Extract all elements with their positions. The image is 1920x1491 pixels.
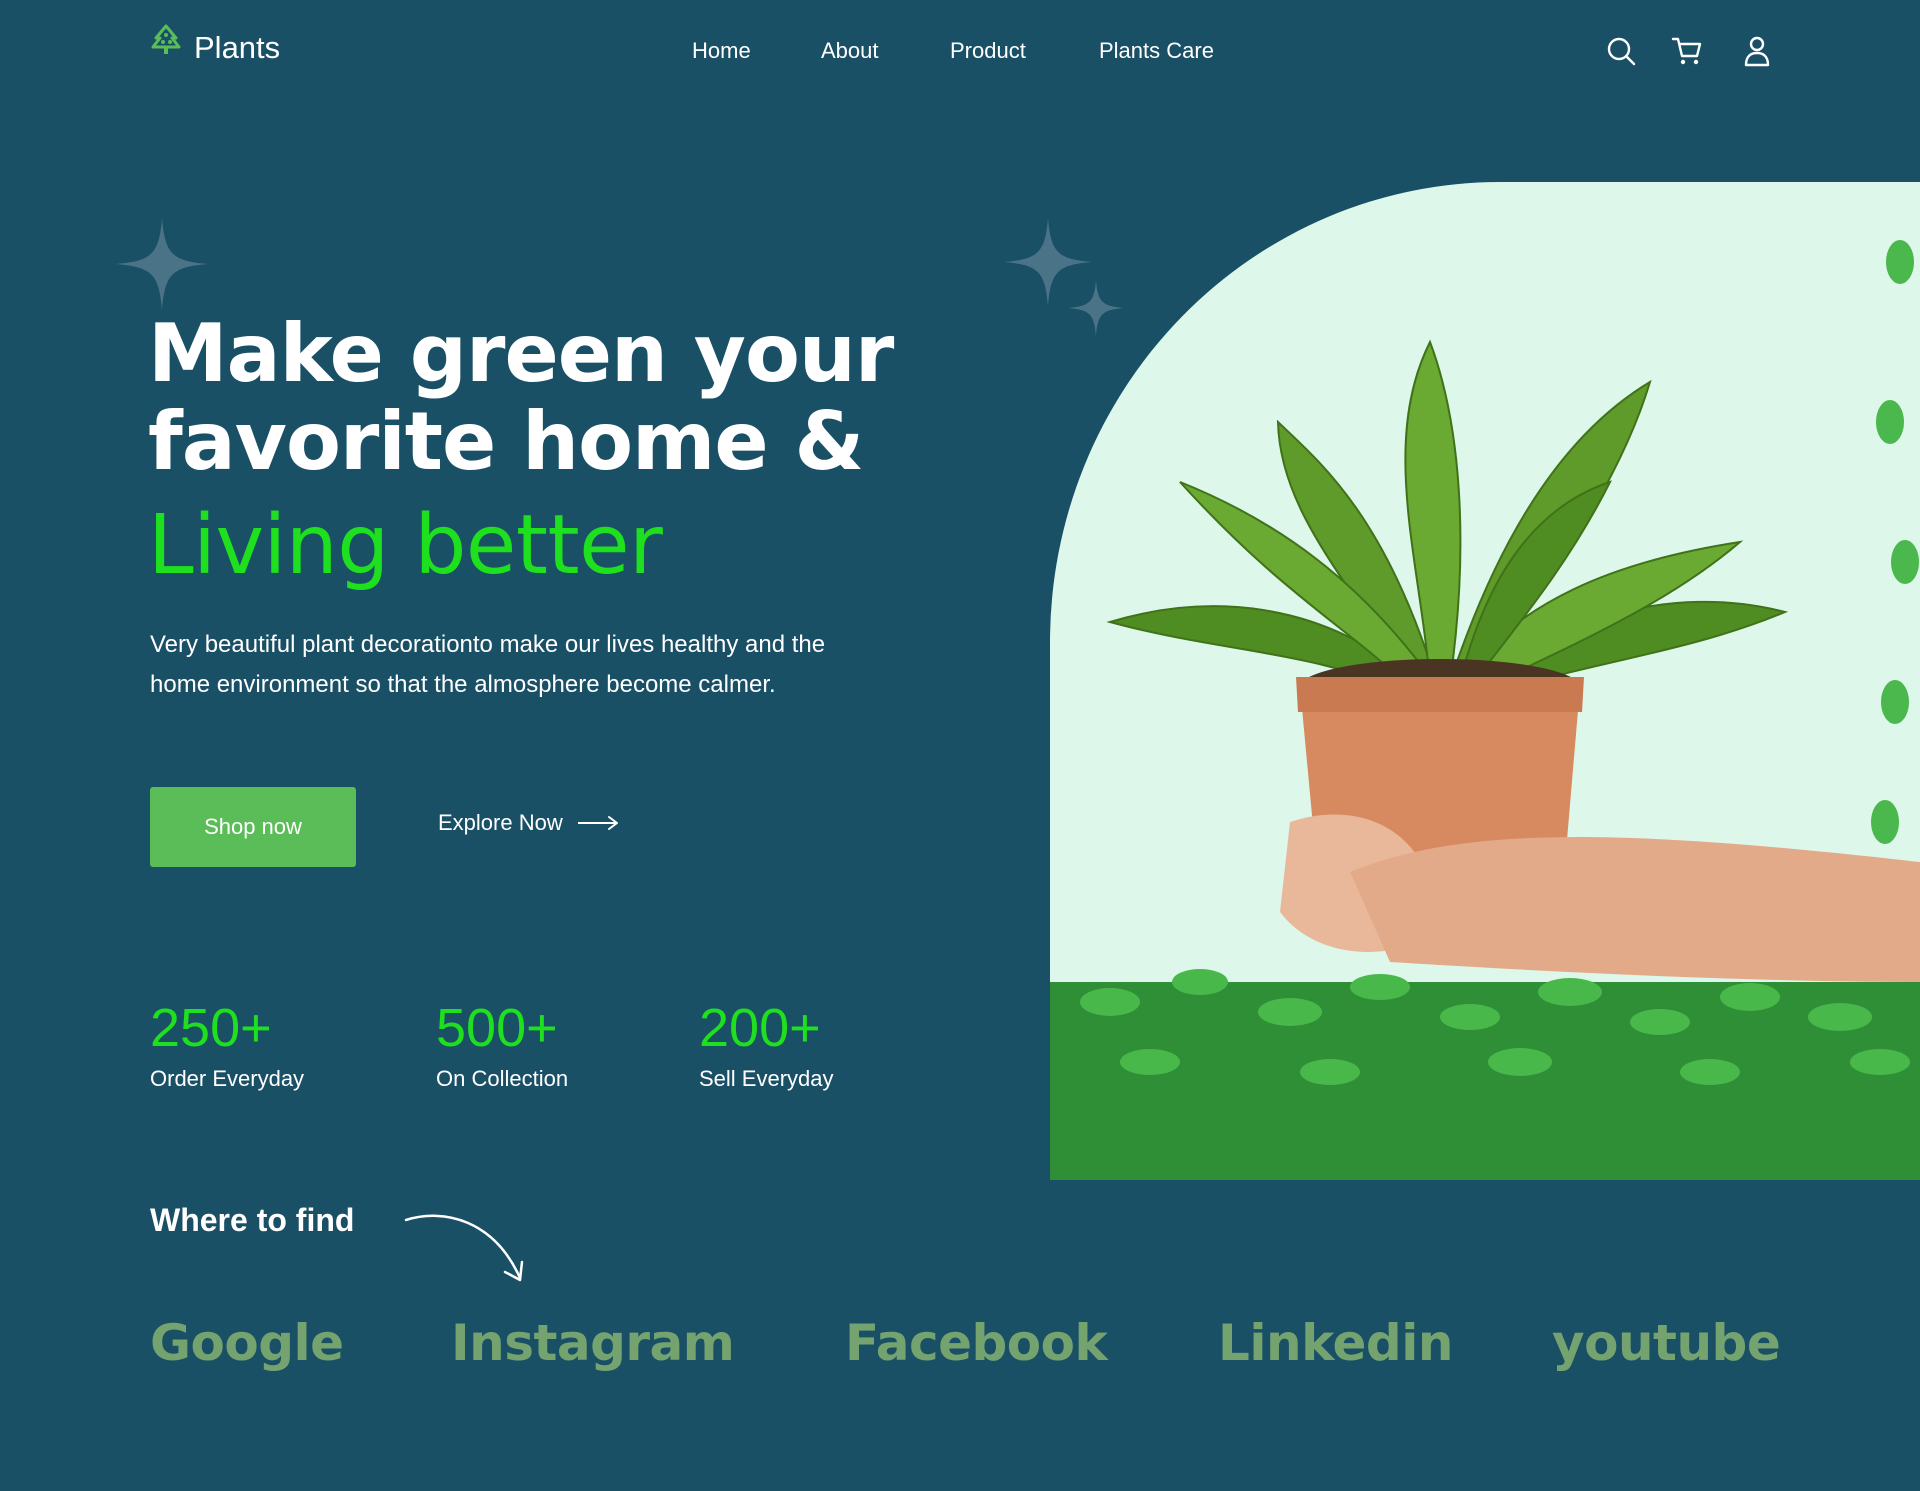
social-facebook[interactable]: Facebook <box>845 1314 1108 1372</box>
hero-accent-text: Living better <box>148 498 663 593</box>
social-instagram[interactable]: Instagram <box>451 1314 735 1372</box>
logo[interactable]: Plants <box>148 16 280 66</box>
hero-plant-image <box>1050 182 1920 1180</box>
nav-home[interactable]: Home <box>692 38 751 64</box>
social-google[interactable]: Google <box>150 1314 344 1372</box>
shop-now-button[interactable]: Shop now <box>150 787 356 867</box>
stat-label: Sell Everyday <box>699 1066 834 1091</box>
user-icon[interactable] <box>1740 34 1774 68</box>
header-actions <box>1604 34 1774 70</box>
stat-value: 500+ <box>436 998 558 1058</box>
nav-plants-care[interactable]: Plants Care <box>1099 38 1214 64</box>
stat-value: 250+ <box>150 998 272 1058</box>
hero-title: Make green your favorite home & <box>148 310 908 486</box>
stat-orders: 250+ Order Everyday <box>150 998 304 1092</box>
social-youtube[interactable]: youtube <box>1552 1314 1781 1372</box>
curved-arrow-icon <box>404 1214 524 1282</box>
stat-label: Order Everyday <box>150 1066 305 1091</box>
stat-sell: 200+ Sell Everyday <box>699 998 834 1092</box>
social-linkedin[interactable]: Linkedin <box>1218 1314 1453 1372</box>
cart-icon[interactable] <box>1670 34 1704 68</box>
where-to-find-title: Where to find <box>150 1202 355 1238</box>
arrow-right-icon <box>577 816 618 830</box>
brand-name: Plants <box>194 30 281 65</box>
explore-now-label: Explore Now <box>438 810 563 835</box>
stat-value: 200+ <box>699 998 821 1058</box>
stat-label: On Collection <box>436 1066 569 1091</box>
nav-product[interactable]: Product <box>950 38 1026 64</box>
landing-page: Plants Home About Product Plants Care Ma <box>0 0 1920 1491</box>
tree-icon <box>151 24 181 54</box>
hero-title-line: Make green your <box>148 307 894 400</box>
hero-description: Very beautiful plant decorationto make o… <box>150 631 826 698</box>
hero-title-line: favorite home & <box>148 395 864 488</box>
explore-now-button[interactable]: Explore Now <box>438 810 619 836</box>
sparkle-icon <box>1068 280 1124 336</box>
nav-about[interactable]: About <box>821 38 879 64</box>
sparkle-icon <box>116 218 208 310</box>
stat-collection: 500+ On Collection <box>436 998 568 1092</box>
search-icon[interactable] <box>1604 34 1638 68</box>
potted-plant-illustration <box>1050 240 1920 1180</box>
